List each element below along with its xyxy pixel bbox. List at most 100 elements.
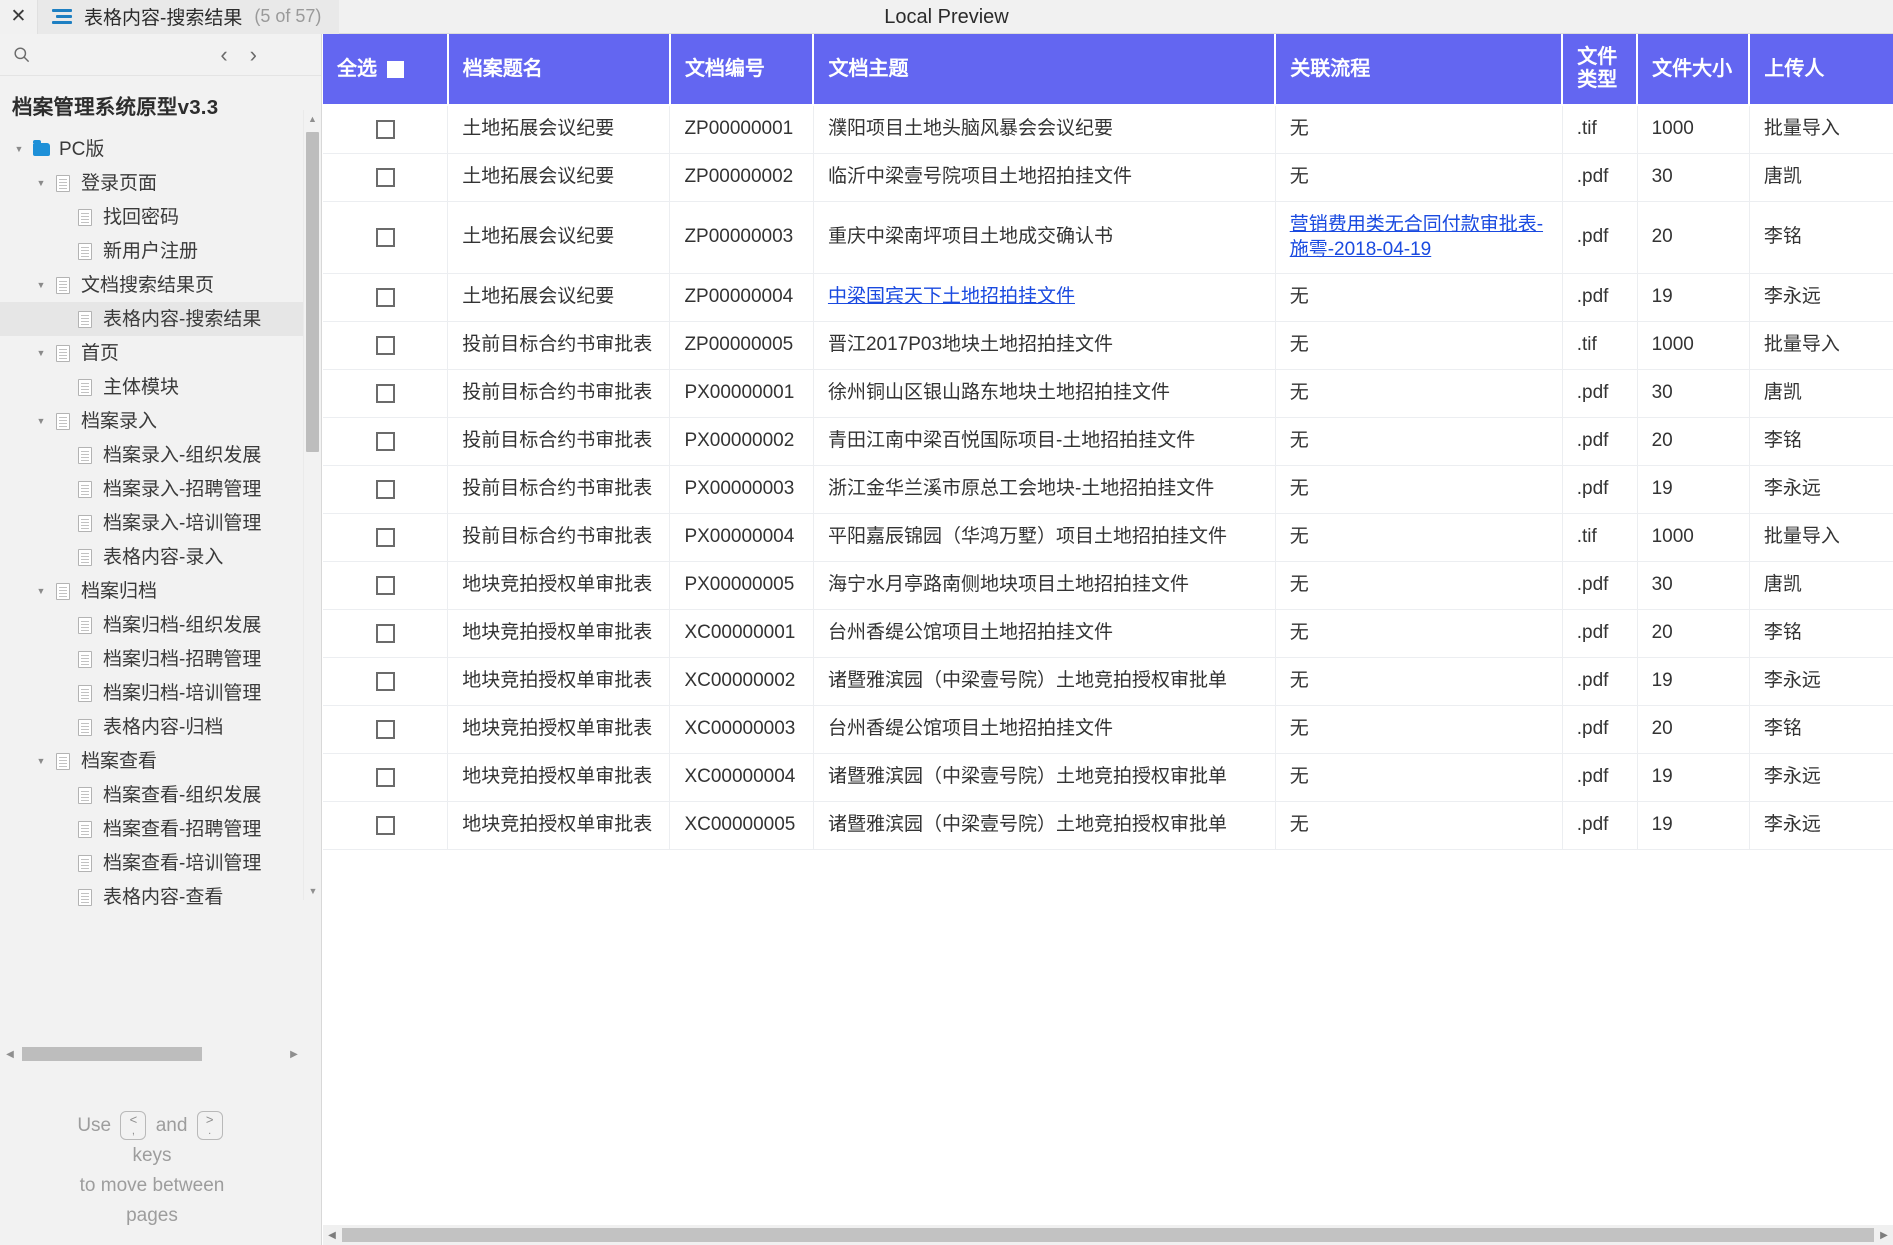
tree-item[interactable]: ▼ 表格内容-搜索结果 xyxy=(0,302,321,336)
chevron-down-icon[interactable]: ▼ xyxy=(30,348,52,358)
tree-item[interactable]: ▼ 档案归档-培训管理 xyxy=(0,676,321,710)
prev-page-button[interactable]: ‹ xyxy=(220,43,227,66)
h-scroll-thumb[interactable] xyxy=(22,1047,202,1061)
chevron-down-icon[interactable]: ▼ xyxy=(30,280,52,290)
row-select-cell[interactable] xyxy=(323,417,449,466)
row-select-cell[interactable] xyxy=(323,201,449,274)
table-row[interactable]: 地块竞拍授权单审批表 XC00000001 台州香缇公馆项目土地招拍挂文件 无 .pdf… xyxy=(323,609,1893,658)
row-select-cell[interactable] xyxy=(323,465,449,514)
tree-item[interactable]: ▼ 档案查看 xyxy=(0,744,321,778)
row-checkbox[interactable] xyxy=(375,431,395,451)
row-select-cell[interactable] xyxy=(323,153,449,202)
tree-item[interactable]: ▼ 文档搜索结果页 xyxy=(0,268,321,302)
table-scroll-right-icon[interactable]: ▶ xyxy=(1875,1230,1893,1241)
scroll-down-icon[interactable]: ▼ xyxy=(304,882,321,900)
table-row[interactable]: 投前目标合约书审批表 PX00000001 徐州铜山区银山路东地块土地招拍挂文件 无.… xyxy=(323,369,1893,418)
row-checkbox[interactable] xyxy=(375,227,395,247)
row-checkbox[interactable] xyxy=(375,167,395,187)
row-select-cell[interactable] xyxy=(323,105,449,154)
search-icon[interactable] xyxy=(8,42,34,68)
row-select-cell[interactable] xyxy=(323,321,449,370)
chevron-down-icon[interactable]: ▼ xyxy=(30,416,52,426)
tree-item[interactable]: ▼ PC版 xyxy=(0,132,321,166)
row-checkbox[interactable] xyxy=(375,335,395,355)
tree-item[interactable]: ▼ 档案查看-招聘管理 xyxy=(0,812,321,846)
table-scroll-left-icon[interactable]: ◀ xyxy=(323,1230,341,1241)
sidebar-horizontal-scrollbar[interactable]: ◀ ▶ xyxy=(0,1043,304,1065)
sidebar-scroll-thumb[interactable] xyxy=(306,132,319,452)
row-checkbox[interactable] xyxy=(375,383,395,403)
tree-item[interactable]: ▼ 主体模块 xyxy=(0,370,321,404)
table-horizontal-scrollbar[interactable]: ◀ ▶ xyxy=(323,1225,1893,1245)
column-header-2[interactable]: 文档编号 xyxy=(669,34,815,106)
row-select-cell[interactable] xyxy=(323,513,449,562)
table-row[interactable]: 地块竞拍授权单审批表 XC00000003 台州香缇公馆项目土地招拍挂文件 无 .pdf… xyxy=(323,705,1893,754)
table-row[interactable]: 地块竞拍授权单审批表 XC00000004 诸暨雅滨园（中梁壹号院）土地竞拍授权审批… xyxy=(323,753,1893,802)
table-row[interactable]: 土地拓展会议纪要 ZP00000002 临沂中梁壹号院项目土地招拍挂文件 无 .pdf 3… xyxy=(323,153,1893,202)
table-row[interactable]: 土地拓展会议纪要 ZP00000001 濮阳项目土地头脑风暴会会议纪要 无 .tif 10… xyxy=(323,105,1893,154)
table-scroll-thumb[interactable] xyxy=(342,1228,1874,1242)
next-page-button[interactable]: › xyxy=(250,43,257,66)
chevron-down-icon[interactable]: ▼ xyxy=(30,756,52,766)
scroll-right-icon[interactable]: ▶ xyxy=(284,1049,304,1060)
tree-item[interactable]: ▼ 档案录入-招聘管理 xyxy=(0,472,321,506)
h-scroll-track[interactable] xyxy=(20,1047,284,1061)
table-row[interactable]: 投前目标合约书审批表 PX00000002 青田江南中梁百悦国际项目-土地招拍挂文件… xyxy=(323,417,1893,466)
column-header-5[interactable]: 文件类型 xyxy=(1562,34,1639,106)
doc-subject-cell-link[interactable]: 中梁国宾天下土地招拍挂文件 xyxy=(828,286,1075,307)
preview-tab[interactable]: 表格内容-搜索结果 (5 of 57) xyxy=(38,0,340,34)
tree-item[interactable]: ▼ 登录页面 xyxy=(0,166,321,200)
column-header-0[interactable]: 全选 xyxy=(323,34,449,106)
row-checkbox[interactable] xyxy=(375,527,395,547)
row-select-cell[interactable] xyxy=(323,753,449,802)
related-flow-cell[interactable]: 营销费用类无合同付款审批表-施雩-2018-04-19 xyxy=(1275,201,1563,274)
table-row[interactable]: 地块竞拍授权单审批表 PX00000005 海宁水月亭路南侧地块项目土地招拍挂文件 无… xyxy=(323,561,1893,610)
doc-subject-cell[interactable]: 中梁国宾天下土地招拍挂文件 xyxy=(813,273,1276,322)
tree-item[interactable]: ▼ 档案归档 xyxy=(0,574,321,608)
chevron-down-icon[interactable]: ▼ xyxy=(30,586,52,596)
row-select-cell[interactable] xyxy=(323,369,449,418)
scroll-left-icon[interactable]: ◀ xyxy=(0,1049,20,1060)
tree-item[interactable]: ▼ 新用户注册 xyxy=(0,234,321,268)
row-select-cell[interactable] xyxy=(323,657,449,706)
row-select-cell[interactable] xyxy=(323,609,449,658)
table-row[interactable]: 土地拓展会议纪要 ZP00000004 中梁国宾天下土地招拍挂文件 无 .pdf 19 李永… xyxy=(323,273,1893,322)
row-select-cell[interactable] xyxy=(323,705,449,754)
tree-item[interactable]: ▼ 档案录入-培训管理 xyxy=(0,506,321,540)
close-icon[interactable]: ✕ xyxy=(0,0,38,34)
table-row[interactable]: 投前目标合约书审批表 PX00000003 浙江金华兰溪市原总工会地块-土地招拍挂文… xyxy=(323,465,1893,514)
row-select-cell[interactable] xyxy=(323,561,449,610)
table-row[interactable]: 地块竞拍授权单审批表 XC00000005 诸暨雅滨园（中梁壹号院）土地竞拍授权审批… xyxy=(323,801,1893,850)
row-checkbox[interactable] xyxy=(375,767,395,787)
tree-item[interactable]: ▼ 表格内容-查看 xyxy=(0,880,321,914)
menu-icon[interactable] xyxy=(52,6,72,27)
row-checkbox[interactable] xyxy=(375,479,395,499)
select-all-checkbox[interactable] xyxy=(387,60,404,78)
table-row[interactable]: 地块竞拍授权单审批表 XC00000002 诸暨雅滨园（中梁壹号院）土地竞拍授权审批… xyxy=(323,657,1893,706)
chevron-down-icon[interactable]: ▼ xyxy=(8,144,30,154)
tree-item[interactable]: ▼ 档案录入-组织发展 xyxy=(0,438,321,472)
row-checkbox[interactable] xyxy=(375,119,395,139)
table-row[interactable]: 投前目标合约书审批表 ZP00000005 晋江2017P03地块土地招拍挂文件 无.… xyxy=(323,321,1893,370)
row-checkbox[interactable] xyxy=(375,575,395,595)
tree-item[interactable]: ▼ 档案查看-培训管理 xyxy=(0,846,321,880)
row-checkbox[interactable] xyxy=(375,719,395,739)
column-header-4[interactable]: 关联流程 xyxy=(1275,34,1564,106)
related-flow-cell-link[interactable]: 营销费用类无合同付款审批表-施雩-2018-04-19 xyxy=(1290,214,1543,261)
table-row[interactable]: 土地拓展会议纪要 ZP00000003 重庆中梁南坪项目土地成交确认书 营销费用类无合… xyxy=(323,201,1893,274)
tree-item[interactable]: ▼ 表格内容-归档 xyxy=(0,710,321,744)
row-checkbox[interactable] xyxy=(375,815,395,835)
table-row[interactable]: 投前目标合约书审批表 PX00000004 平阳嘉辰锦园（华鸿万墅）项目土地招拍挂文… xyxy=(323,513,1893,562)
row-select-cell[interactable] xyxy=(323,801,449,850)
tree-item[interactable]: ▼ 找回密码 xyxy=(0,200,321,234)
tree-item[interactable]: ▼ 首页 xyxy=(0,336,321,370)
tree-item[interactable]: ▼ 档案录入 xyxy=(0,404,321,438)
column-header-1[interactable]: 档案题名 xyxy=(447,34,671,106)
row-checkbox[interactable] xyxy=(375,671,395,691)
column-header-7[interactable]: 上传人 xyxy=(1749,34,1893,106)
tree-item[interactable]: ▼ 表格内容-录入 xyxy=(0,540,321,574)
sidebar-vertical-scrollbar[interactable]: ▲ ▼ xyxy=(303,110,321,900)
scroll-up-icon[interactable]: ▲ xyxy=(304,110,321,128)
row-select-cell[interactable] xyxy=(323,273,449,322)
row-checkbox[interactable] xyxy=(375,623,395,643)
